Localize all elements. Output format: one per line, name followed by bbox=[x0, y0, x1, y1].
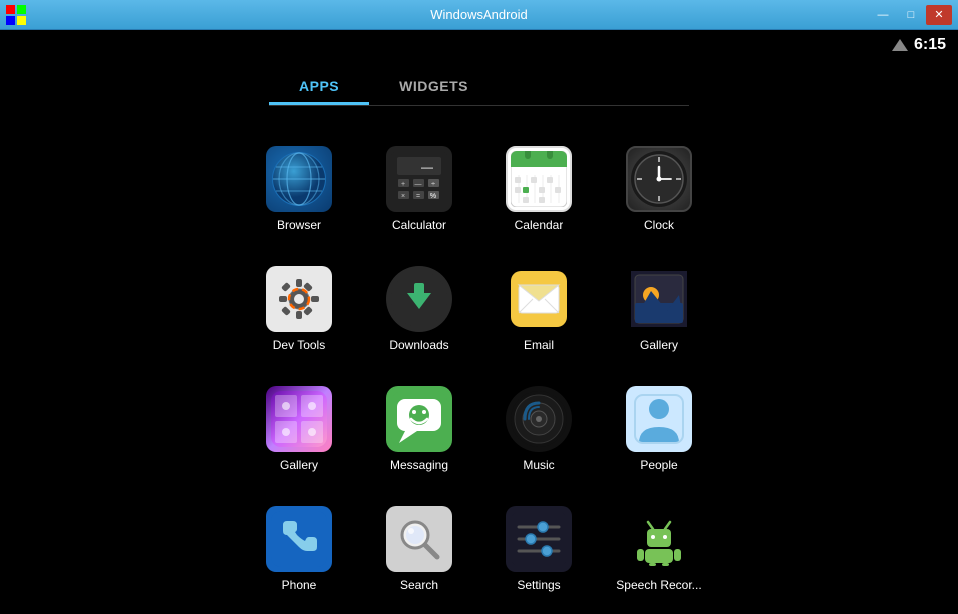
svg-text:%: % bbox=[430, 193, 436, 200]
devtools-label: Dev Tools bbox=[273, 338, 325, 352]
app-people[interactable]: People bbox=[609, 366, 709, 476]
phone-label: Phone bbox=[282, 578, 317, 592]
settings-label: Settings bbox=[517, 578, 560, 592]
app-devtools[interactable]: Dev Tools bbox=[249, 246, 349, 356]
close-button[interactable]: ✕ bbox=[926, 5, 952, 25]
minimize-button[interactable]: — bbox=[870, 5, 896, 25]
android-screen: 6:15 APPS WIDGETS bbox=[0, 30, 958, 614]
app-gallery2[interactable]: Gallery bbox=[249, 366, 349, 476]
messaging-icon bbox=[386, 386, 452, 452]
speech-icon bbox=[626, 506, 692, 572]
email-label: Email bbox=[524, 338, 554, 352]
app-calculator[interactable]: — + — ÷ × = % bbox=[369, 126, 469, 236]
svg-text:—: — bbox=[421, 160, 433, 174]
window-controls: — □ ✕ bbox=[870, 5, 952, 25]
signal-icon bbox=[892, 37, 908, 53]
downloads-label: Downloads bbox=[389, 338, 448, 352]
people-label: People bbox=[640, 458, 677, 472]
svg-text:÷: ÷ bbox=[431, 181, 435, 188]
messaging-label: Messaging bbox=[390, 458, 448, 472]
downloads-icon bbox=[386, 266, 452, 332]
app-grid: Browser — + bbox=[249, 126, 709, 596]
app-music[interactable]: Music bbox=[489, 366, 589, 476]
app-settings[interactable]: Settings bbox=[489, 486, 589, 596]
titlebar: WindowsAndroid — □ ✕ bbox=[0, 0, 958, 30]
tab-apps[interactable]: APPS bbox=[269, 70, 369, 105]
status-clock: 6:15 bbox=[914, 36, 946, 54]
people-icon bbox=[626, 386, 692, 452]
app-email[interactable]: Email bbox=[489, 246, 589, 356]
app-clock[interactable]: Clock bbox=[609, 126, 709, 236]
calculator-icon: — + — ÷ × = % bbox=[386, 146, 452, 212]
app-messaging[interactable]: Messaging bbox=[369, 366, 469, 476]
tab-bar: APPS WIDGETS bbox=[269, 70, 689, 105]
app-downloads[interactable]: Downloads bbox=[369, 246, 469, 356]
browser-icon bbox=[266, 146, 332, 212]
app-gallery1[interactable]: Gallery bbox=[609, 246, 709, 356]
svg-text:—: — bbox=[415, 181, 422, 188]
clock-label: Clock bbox=[644, 218, 674, 232]
app-drawer: APPS WIDGETS bbox=[0, 60, 958, 614]
gallery2-icon bbox=[266, 386, 332, 452]
gallery1-icon bbox=[626, 266, 692, 332]
settings-icon bbox=[506, 506, 572, 572]
search-icon bbox=[386, 506, 452, 572]
app-phone[interactable]: Phone bbox=[249, 486, 349, 596]
svg-text:+: + bbox=[401, 181, 405, 188]
tab-widgets[interactable]: WIDGETS bbox=[369, 70, 498, 105]
devtools-icon bbox=[266, 266, 332, 332]
app-calendar[interactable]: Calendar bbox=[489, 126, 589, 236]
speech-label: Speech Recor... bbox=[616, 578, 701, 592]
calculator-label: Calculator bbox=[392, 218, 446, 232]
email-icon bbox=[506, 266, 572, 332]
search-label: Search bbox=[400, 578, 438, 592]
window-title: WindowsAndroid bbox=[430, 7, 528, 22]
calendar-icon bbox=[506, 146, 572, 212]
svg-text:×: × bbox=[401, 193, 405, 200]
tab-divider bbox=[269, 105, 689, 106]
app-search[interactable]: Search bbox=[369, 486, 469, 596]
calendar-label: Calendar bbox=[515, 218, 564, 232]
browser-label: Browser bbox=[277, 218, 321, 232]
svg-text:=: = bbox=[416, 193, 420, 200]
app-speech[interactable]: Speech Recor... bbox=[609, 486, 709, 596]
gallery2-label: Gallery bbox=[280, 458, 318, 472]
app-browser[interactable]: Browser bbox=[249, 126, 349, 236]
restore-button[interactable]: □ bbox=[898, 5, 924, 25]
music-label: Music bbox=[523, 458, 554, 472]
gallery1-label: Gallery bbox=[640, 338, 678, 352]
clock-icon bbox=[626, 146, 692, 212]
titlebar-logo bbox=[6, 5, 26, 25]
phone-icon bbox=[266, 506, 332, 572]
status-bar: 6:15 bbox=[0, 30, 958, 60]
music-icon bbox=[506, 386, 572, 452]
